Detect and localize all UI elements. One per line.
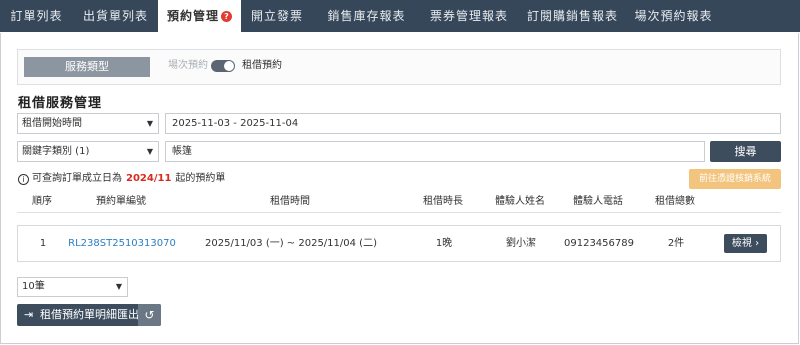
tab-invoice[interactable]: 開立發票 [241, 0, 313, 32]
header-order-no: 預約單編號 [96, 196, 146, 207]
tab-label: 銷售庫存報表 [327, 9, 406, 23]
keyword-input[interactable]: 帳篷 [165, 141, 705, 162]
export-icon: ⇥ [24, 308, 34, 321]
tab-label: 場次預約報表 [634, 9, 713, 23]
tab-orders[interactable]: 訂單列表 [0, 0, 73, 32]
page-size-value: 10筆 [22, 281, 45, 292]
cell-phone: 09123456789 [564, 238, 634, 249]
cell-name: 劉小潔 [506, 238, 536, 249]
cell-total: 2件 [667, 238, 685, 249]
option-rental-reservation[interactable]: 租借預約 [242, 58, 282, 74]
date-type-value: 租借開始時間 [22, 118, 82, 129]
table-header: 順序 預約單編號 租借時間 租借時長 體驗人姓名 體驗人電話 租借總數 [17, 193, 781, 213]
service-type-toggle[interactable] [211, 60, 235, 72]
export-label: 租借預約單明細匯出 [40, 308, 139, 321]
tab-label: 訂閱購銷售報表 [526, 9, 618, 23]
tab-label: 訂單列表 [10, 9, 63, 23]
search-button[interactable]: 搜尋 [710, 141, 781, 162]
voucher-system-button[interactable]: 前往憑證核銷系統 [689, 169, 781, 189]
caret-down-icon: ▼ [146, 147, 153, 156]
tab-label: 票券管理報表 [429, 9, 508, 23]
help-badge-icon[interactable]: ? [221, 11, 232, 22]
note-month: 2024/11 [126, 173, 172, 184]
top-tab-bar: 訂單列表 出貨單列表 預約管理? 開立發票 銷售庫存報表 票券管理報表 訂閱購銷… [0, 0, 800, 33]
cell-duration: 1晚 [435, 238, 453, 249]
header-index: 順序 [32, 196, 52, 207]
keyword-type-value: 關鍵字類別 (1) [22, 146, 90, 157]
caret-down-icon: ▼ [115, 282, 122, 291]
info-icon: i [18, 174, 29, 185]
keyword-type-select[interactable]: 關鍵字類別 (1) ▼ [17, 141, 159, 162]
header-name: 體驗人姓名 [495, 196, 545, 207]
service-type-label: 服務類型 [24, 57, 150, 77]
cell-period: 2025/11/03 (一) ~ 2025/11/04 (二) [205, 238, 377, 249]
tab-label: 開立發票 [250, 9, 303, 23]
note-suffix: 起的預約單 [175, 173, 226, 184]
cell-index: 1 [39, 238, 47, 249]
tab-subscription-report[interactable]: 訂閱購銷售報表 [518, 0, 627, 32]
tab-session-report[interactable]: 場次預約報表 [627, 0, 720, 32]
query-note: i 可查詢訂單成立日為 2024/11 起的預約單 [18, 172, 225, 186]
order-number-link[interactable]: RL238ST2510313070 [68, 226, 176, 261]
section-title: 租借服務管理 [18, 96, 103, 111]
header-period: 租借時間 [270, 196, 310, 207]
tab-shipments[interactable]: 出貨單列表 [73, 0, 158, 32]
tab-ticket-report[interactable]: 票券管理報表 [420, 0, 518, 32]
toggle-knob [224, 61, 234, 71]
header-duration: 租借時長 [423, 196, 463, 207]
page-size-select[interactable]: 10筆 ▼ [17, 277, 128, 297]
note-prefix: 可查詢訂單成立日為 [32, 173, 122, 184]
date-type-select[interactable]: 租借開始時間 ▼ [17, 113, 159, 134]
tab-label: 預約管理 [166, 9, 219, 23]
table-row: 1 RL238ST2510313070 2025/11/03 (一) ~ 202… [17, 225, 781, 262]
tab-label: 出貨單列表 [82, 9, 148, 23]
header-phone: 體驗人電話 [573, 196, 623, 207]
tab-reservations[interactable]: 預約管理? [158, 0, 241, 33]
option-session-reservation[interactable]: 場次預約 [168, 58, 208, 74]
date-range-input[interactable]: 2025-11-03 - 2025-11-04 [165, 113, 781, 134]
caret-down-icon: ▼ [146, 119, 153, 128]
view-button[interactable]: 檢視 › [724, 234, 767, 253]
export-button[interactable]: ⇥ 租借預約單明細匯出 ↺ [17, 304, 161, 326]
header-total: 租借總數 [655, 196, 695, 207]
tab-sales-inventory-report[interactable]: 銷售庫存報表 [313, 0, 420, 32]
history-icon[interactable]: ↺ [138, 304, 161, 326]
